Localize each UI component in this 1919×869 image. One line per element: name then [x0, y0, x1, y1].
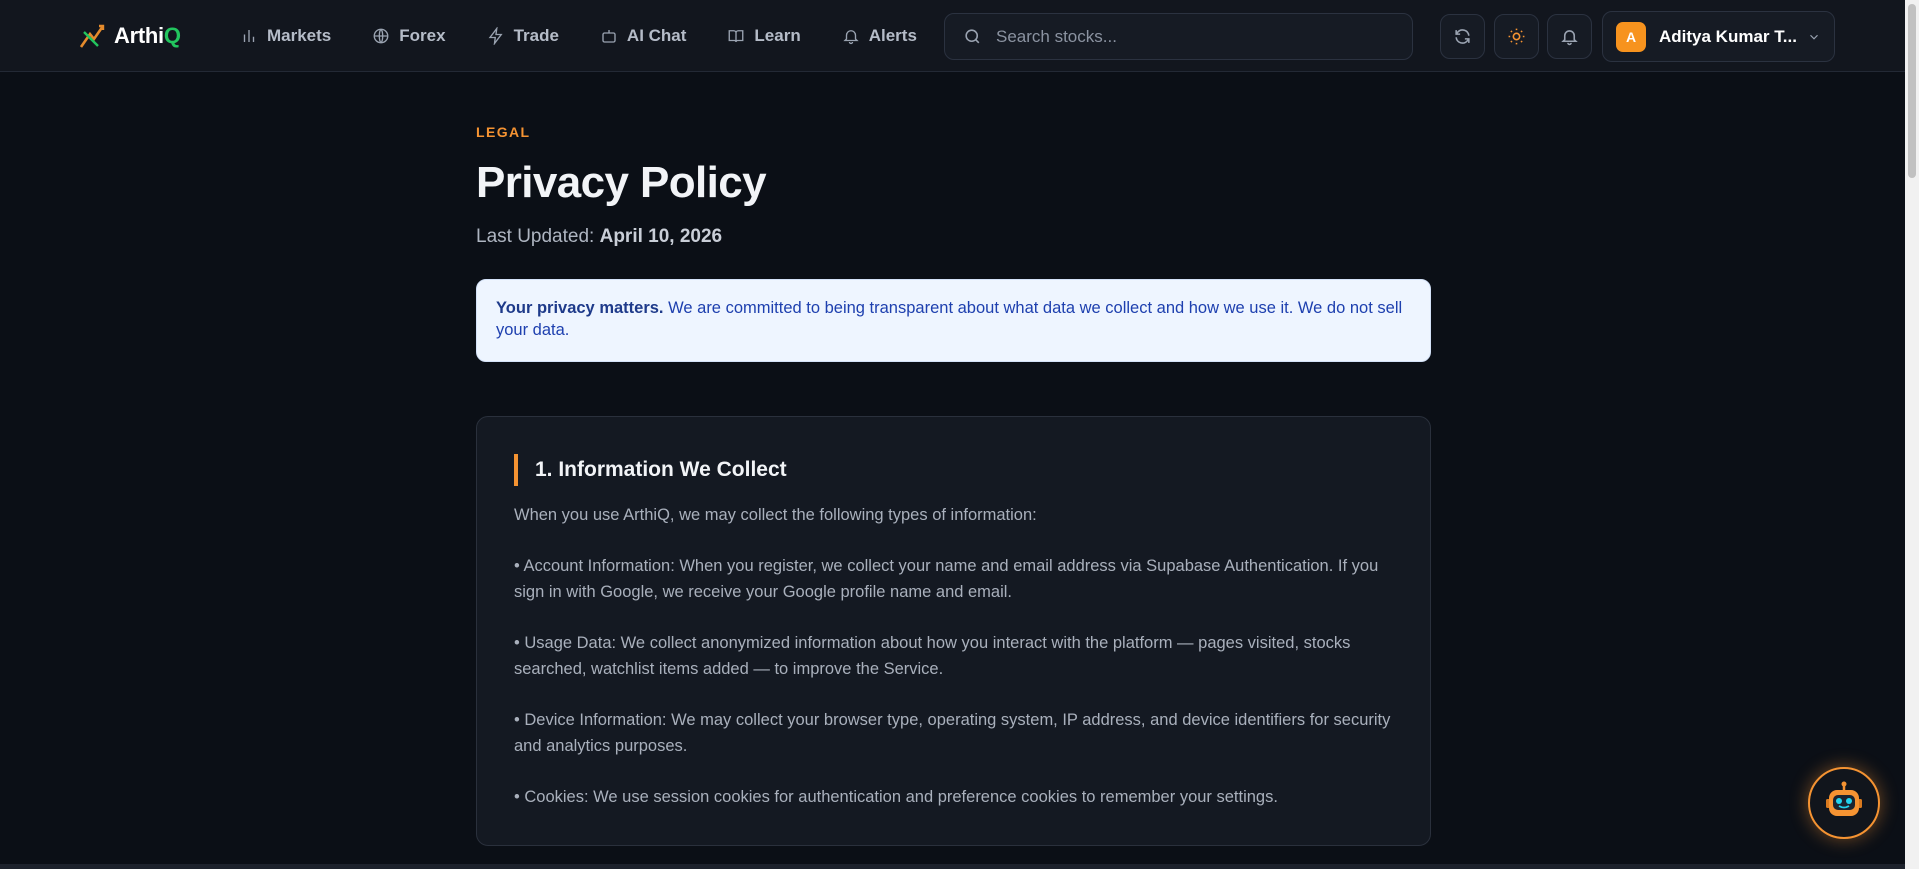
refresh-button[interactable] — [1440, 14, 1485, 59]
nav-trade[interactable]: Trade — [487, 22, 579, 50]
top-navbar: ArthiQ Markets Forex Trade AI Chat Learn… — [0, 0, 1919, 72]
nav-ai-chat[interactable]: AI Chat — [600, 22, 707, 50]
last-updated-date: April 10, 2026 — [599, 226, 723, 247]
theme-toggle-button[interactable] — [1494, 14, 1539, 59]
nav-markets[interactable]: Markets — [240, 22, 351, 50]
nav-learn[interactable]: Learn — [727, 22, 820, 50]
list-item: • Account Information: When you register… — [514, 557, 1379, 601]
robot-icon — [1826, 781, 1862, 816]
search-input[interactable] — [996, 26, 1396, 47]
refresh-icon — [1455, 29, 1470, 44]
main-nav: Markets Forex Trade AI Chat Learn Alerts — [240, 22, 958, 50]
list-item: • Device Information: We may collect you… — [514, 711, 1391, 755]
logo-icon — [79, 24, 105, 48]
logo-text: ArthiQ — [114, 23, 181, 48]
last-updated: Last Updated: April 10, 2026 — [476, 226, 723, 247]
nav-forex[interactable]: Forex — [372, 22, 465, 50]
robot-icon — [602, 30, 616, 43]
list-item: • Usage Data: We collect anonymized info… — [514, 634, 1351, 678]
section-intro: When you use ArthiQ, we may collect the … — [514, 506, 1037, 524]
scrollbar[interactable] — [1905, 0, 1919, 869]
sun-icon — [1508, 28, 1525, 45]
user-name: Aditya Kumar T... — [1659, 26, 1797, 46]
list-item: • Cookies: We use session cookies for au… — [514, 788, 1278, 806]
lightning-icon — [488, 27, 503, 45]
bar-chart-icon — [243, 30, 255, 42]
user-menu[interactable]: A Aditya Kumar T... — [1602, 11, 1835, 62]
bottom-edge — [0, 864, 1905, 869]
search-icon — [965, 29, 980, 44]
section-title: 1. Information We Collect — [514, 454, 787, 486]
nav-alerts[interactable]: Alerts — [842, 22, 937, 50]
bell-icon — [843, 30, 859, 45]
chevron-down-icon — [1810, 34, 1818, 40]
notifications-button[interactable] — [1547, 14, 1592, 59]
search-bar[interactable] — [944, 13, 1413, 60]
section-card: 1. Information We Collect When you use A… — [476, 416, 1431, 846]
avatar: A — [1616, 21, 1646, 52]
globe-icon — [373, 28, 389, 44]
book-icon — [728, 30, 744, 43]
notice-bold: Your privacy matters. — [496, 299, 664, 317]
privacy-notice: Your privacy matters. We are committed t… — [476, 279, 1431, 362]
ai-assistant-button[interactable] — [1808, 767, 1880, 839]
logo[interactable]: ArthiQ — [78, 22, 181, 50]
bell-icon — [1561, 30, 1578, 46]
page-title: Privacy Policy — [476, 158, 767, 207]
page-eyebrow: LEGAL — [476, 124, 531, 140]
scrollbar-thumb[interactable] — [1908, 4, 1916, 178]
